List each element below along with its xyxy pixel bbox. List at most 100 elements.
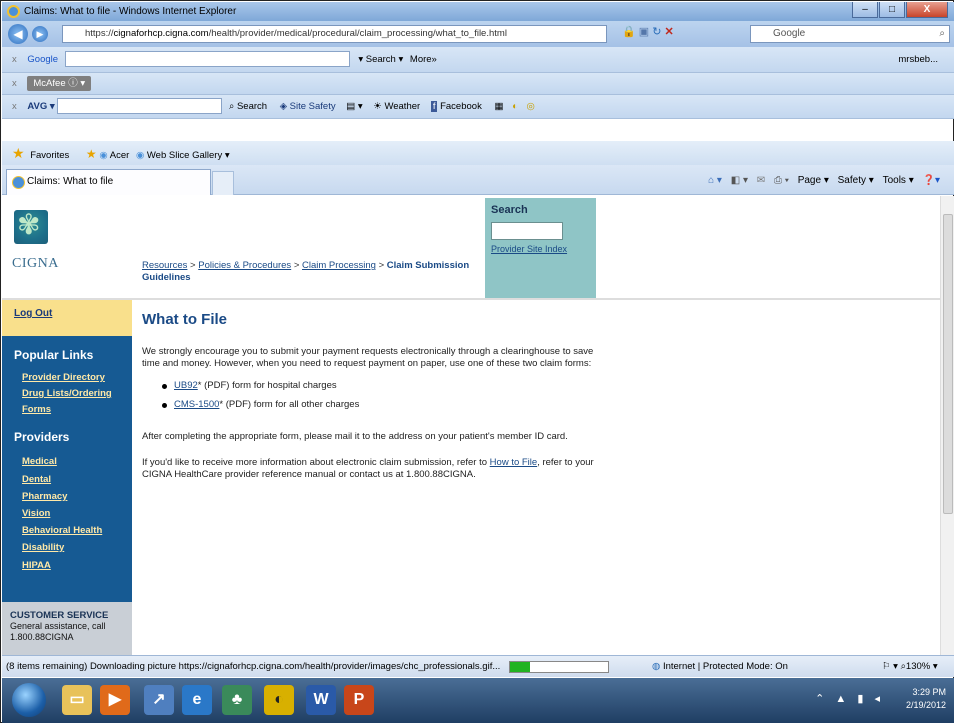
avg-button[interactable]: AVG ▾	[27, 101, 54, 112]
url-prefix: https://	[85, 28, 114, 39]
ub92-link[interactable]: UB92	[174, 380, 198, 391]
games-taskbar-icon[interactable]: ♣	[222, 685, 252, 715]
weather-button[interactable]: ☀ Weather	[373, 101, 420, 112]
nav-dental[interactable]: Dental	[22, 474, 51, 485]
media-taskbar-icon[interactable]: ▶	[100, 685, 130, 715]
browser-search-field[interactable]: Google ⌕	[750, 25, 950, 43]
window-controls: – □ X	[852, 2, 948, 18]
print-icon[interactable]: ⎙ ▾	[774, 175, 789, 186]
safety-menu[interactable]: Safety ▾	[838, 175, 874, 186]
stop-icon[interactable]: ✕	[665, 26, 674, 38]
clock[interactable]: 3:29 PM 2/19/2012	[906, 686, 946, 712]
breadcrumb-policies[interactable]: Policies & Procedures	[198, 260, 291, 271]
avg-search-button[interactable]: ⌕ Search	[229, 101, 267, 112]
tab-title: Claims: What to file	[27, 176, 114, 187]
title-bar: Claims: What to file - Windows Internet …	[2, 2, 954, 21]
avg-toolbar: x AVG ▾ ⌕ Search ◈ Site Safety ▤ ▾ ☀ Wea…	[2, 95, 954, 119]
nav-pharmacy[interactable]: Pharmacy	[22, 491, 67, 502]
mail-icon[interactable]: ✉	[757, 175, 765, 186]
new-tab-button[interactable]	[212, 171, 234, 195]
favorites-button[interactable]: Favorites	[30, 150, 69, 161]
breadcrumb-claim-processing[interactable]: Claim Processing	[302, 260, 376, 271]
zoom-level: 130%	[905, 661, 931, 672]
word-taskbar-icon[interactable]: W	[306, 685, 336, 715]
refresh-icon[interactable]: ↻	[652, 26, 661, 38]
start-button[interactable]	[12, 683, 46, 717]
customer-service-text: General assistance, call	[10, 621, 106, 631]
compat-icon[interactable]: ▣	[639, 26, 649, 38]
site-search-input[interactable]	[491, 222, 563, 240]
acer-link[interactable]: Acer	[110, 150, 130, 161]
google-search-button[interactable]: ▾ Search ▾	[358, 54, 406, 65]
breadcrumb-resources[interactable]: Resources	[142, 260, 187, 271]
close-toolbar-icon[interactable]: x	[12, 78, 17, 89]
nav-behavioral-health[interactable]: Behavioral Health	[22, 525, 102, 536]
avg-taskbar-icon[interactable]: ◐	[264, 685, 294, 715]
logo-area: CIGNA	[10, 196, 140, 296]
nav-provider-directory[interactable]: Provider Directory	[22, 372, 105, 383]
page-content: CIGNA Resources > Policies & Procedures …	[2, 196, 940, 655]
google-search-input[interactable]	[64, 51, 350, 68]
breadcrumb-separator: >	[291, 260, 303, 271]
facebook-button[interactable]: f Facebook	[430, 101, 482, 112]
protected-icon: ⚐ ▾	[882, 661, 898, 672]
cms1500-link[interactable]: CMS-1500	[174, 399, 219, 410]
scrollbar-thumb[interactable]	[943, 214, 953, 514]
cigna-logo-text[interactable]: CIGNA	[12, 256, 59, 272]
address-bar-row: ◀ ▶ https://cignaforhcp.cigna.com/health…	[2, 21, 954, 47]
tools-menu[interactable]: Tools ▾	[883, 175, 914, 186]
minimize-button[interactable]: –	[852, 2, 878, 18]
main-article: What to File We strongly encourage you t…	[142, 311, 602, 495]
maximize-button[interactable]: □	[879, 2, 905, 18]
lock-icon[interactable]: 🔒	[622, 26, 636, 38]
zoom-control[interactable]: ⚐ ▾ ⌕130% ▾	[882, 656, 938, 677]
settings-icon[interactable]: ◎	[526, 101, 534, 112]
nav-forms[interactable]: Forms	[22, 404, 51, 415]
google-label[interactable]: Google	[27, 54, 58, 65]
feeds-icon[interactable]: ◧ ▾	[731, 175, 748, 186]
back-button[interactable]: ◀	[8, 24, 28, 44]
nav-disability[interactable]: Disability	[22, 542, 64, 553]
calendar-icon[interactable]: ▦	[494, 101, 503, 112]
close-toolbar-icon[interactable]: x	[12, 54, 17, 65]
page-title: What to File	[142, 311, 227, 328]
graph-taskbar-icon[interactable]: ↗	[144, 685, 174, 715]
tab-claims[interactable]: Claims: What to file	[6, 169, 211, 195]
web-slice-link[interactable]: Web Slice Gallery ▾	[147, 150, 230, 161]
help-icon[interactable]: ❓▾	[923, 175, 940, 186]
logout-link[interactable]: Log Out	[14, 308, 52, 319]
add-favorite-icon[interactable]: ★	[86, 147, 97, 161]
avg-search-input[interactable]	[57, 98, 223, 115]
mcafee-button[interactable]: McAfee ⓘ ▾	[27, 75, 92, 91]
more-info-paragraph: If you'd like to receive more informatio…	[142, 457, 602, 481]
page-menu[interactable]: Page ▾	[798, 175, 829, 186]
google-more[interactable]: More»	[410, 54, 437, 65]
web-slice-icon: ◉	[135, 150, 145, 161]
home-icon[interactable]: ⌂ ▾	[708, 175, 722, 186]
explorer-taskbar-icon[interactable]: ▭	[62, 685, 92, 715]
system-tray-icons[interactable]: ⌃ ▲ ▮ ◂	[815, 692, 884, 705]
cigna-tree-logo-icon[interactable]	[14, 208, 48, 244]
taskbar: ▭ ▶ ↗ e ♣ ◐ W P ⌃ ▲ ▮ ◂ 3:29 PM 2/19/201…	[2, 678, 954, 723]
site-safety-button[interactable]: ◈ Site Safety	[280, 101, 336, 112]
provider-site-index-link[interactable]: Provider Site Index	[491, 244, 567, 254]
nav-hipaa[interactable]: HIPAA	[22, 560, 51, 571]
nav-medical[interactable]: Medical	[22, 456, 57, 467]
browser-window: Claims: What to file - Windows Internet …	[0, 0, 954, 723]
feature-icon[interactable]: ◐	[512, 101, 518, 112]
search-icon[interactable]: ⌕	[939, 26, 945, 42]
powerpoint-taskbar-icon[interactable]: P	[344, 685, 374, 715]
avg-options-icon[interactable]: ▤ ▾	[346, 101, 362, 112]
url-field[interactable]: https://cignaforhcp.cigna.com/health/pro…	[62, 25, 607, 43]
nav-vision[interactable]: Vision	[22, 508, 50, 519]
vertical-scrollbar[interactable]	[940, 196, 954, 655]
forward-button[interactable]: ▶	[32, 26, 48, 42]
favorites-star-icon[interactable]: ★	[12, 145, 25, 161]
how-to-file-link[interactable]: How to File	[490, 457, 538, 468]
security-zone[interactable]: ◍ Internet | Protected Mode: On	[652, 656, 788, 677]
google-user[interactable]: mrsbeb...	[898, 47, 938, 72]
ie-taskbar-icon[interactable]: e	[182, 685, 212, 715]
close-toolbar-icon[interactable]: x	[12, 101, 17, 112]
close-button[interactable]: X	[906, 2, 948, 18]
nav-drug-lists[interactable]: Drug Lists/Ordering	[22, 388, 112, 399]
